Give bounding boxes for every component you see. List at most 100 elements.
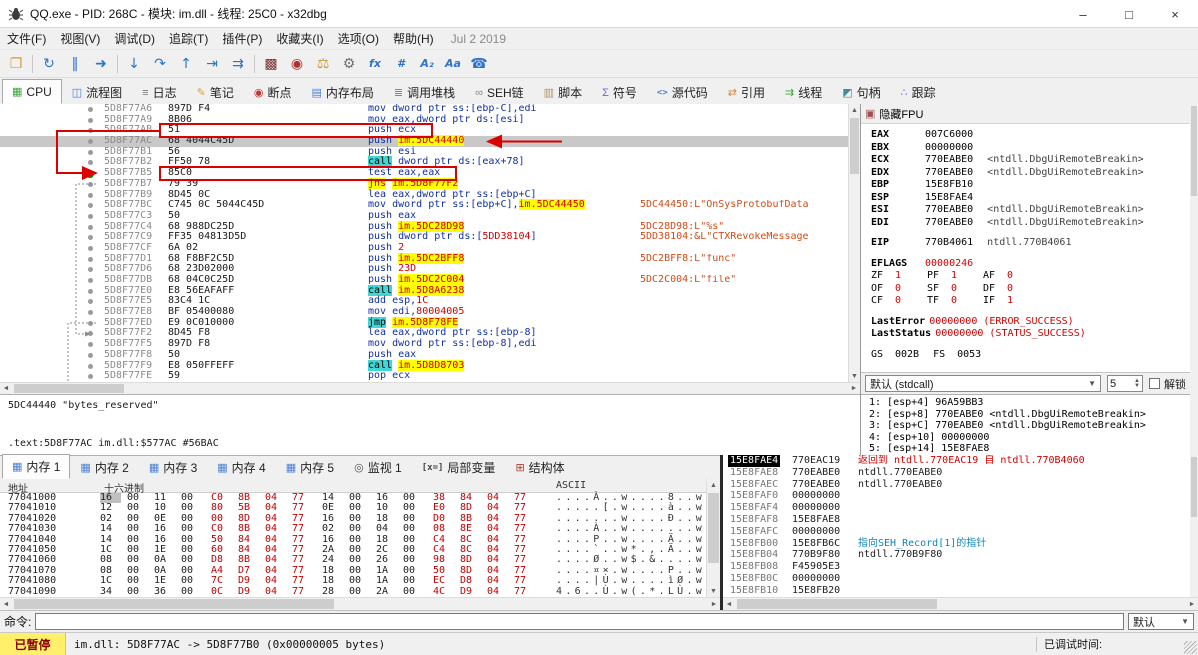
scrollbar-thumb[interactable] bbox=[708, 493, 719, 563]
scroll-right-icon[interactable]: ► bbox=[1186, 598, 1198, 610]
tab-trace[interactable]: ∴ 跟踪 bbox=[891, 81, 946, 104]
tab-watch-1[interactable]: ◎ 监视 1 bbox=[344, 456, 412, 479]
register-row[interactable]: EBX 00000000 bbox=[871, 142, 1190, 155]
stack-row[interactable]: 15E8FAFC 00000000 bbox=[723, 526, 1190, 538]
register-row[interactable]: EFLAGS 00000246 bbox=[871, 258, 1190, 271]
maximize-button[interactable]: □ bbox=[1106, 0, 1152, 28]
menu-item-2[interactable]: 视图(V) bbox=[53, 29, 107, 49]
tab-seh[interactable]: ∞ SEH链 bbox=[465, 81, 534, 104]
command-input[interactable] bbox=[35, 613, 1124, 630]
tab-handles[interactable]: ◩ 句柄 bbox=[832, 81, 890, 104]
register-row[interactable]: OF 0 SF 0 DF 0 bbox=[871, 283, 1190, 296]
register-row[interactable]: EDX 770EABE0 <ntdll.DbgUiRemoteBreakin> bbox=[871, 167, 1190, 180]
scroll-down-icon[interactable]: ▼ bbox=[849, 370, 860, 382]
run-to-cursor-button[interactable]: ⇥ bbox=[199, 52, 225, 76]
register-row[interactable]: GS 002B FS 0053 bbox=[871, 349, 1190, 362]
tab-memory-1[interactable]: ▦ 内存 1 bbox=[2, 454, 71, 479]
stack-row[interactable]: 15E8FB0C 00000000 bbox=[723, 573, 1190, 585]
step-over-button[interactable]: ↷ bbox=[147, 52, 173, 76]
argument-row[interactable]: 5: [esp+14] 15E8FAE8 bbox=[869, 443, 1190, 455]
memory-dump-pane[interactable]: 地址 十六进制 ASCII 77041000 16 00 11 00 C0 8B 04 77 14… bbox=[0, 479, 706, 597]
argument-row[interactable]: 2: [esp+8] 770EABE0 <ntdll.DbgUiRemoteBr… bbox=[869, 409, 1190, 421]
scrollbar-thumb[interactable] bbox=[737, 599, 937, 609]
preferences-scales-button[interactable]: ⚖ bbox=[310, 52, 336, 76]
stack-row[interactable]: 15E8FAEC 770EABE0 ntdll.770EABE0 bbox=[723, 479, 1190, 491]
menu-item-6[interactable]: 收藏夹(I) bbox=[269, 29, 330, 49]
tab-source[interactable]: <> 源代码 bbox=[647, 81, 718, 104]
argument-row[interactable]: 1: [esp+4] 96A59BB3 bbox=[869, 397, 1190, 409]
tab-call-stack[interactable]: ≣ 调用堆栈 bbox=[384, 81, 465, 104]
stack-row[interactable]: 15E8FB00 15E8FB6C 指向SEH_Record[1]的指针 bbox=[723, 538, 1190, 550]
hide-fpu-button[interactable]: ▣ 隐藏FPU bbox=[865, 106, 923, 122]
register-row[interactable]: LastStatus 00000000 (STATUS_SUCCESS) bbox=[871, 328, 1190, 341]
register-row[interactable]: ZF 1 PF 1 AF 0 bbox=[871, 270, 1190, 283]
register-row[interactable]: ESP 15E8FAE4 bbox=[871, 192, 1190, 205]
argument-count-spinner[interactable]: 5 ▲ ▼ bbox=[1107, 375, 1143, 392]
animate-button[interactable]: ⇉ bbox=[225, 52, 251, 76]
tab-struct[interactable]: ⊞ 结构体 bbox=[505, 456, 574, 479]
disasm-row[interactable]: 5D8F77FE 59 pop ecx bbox=[0, 370, 848, 382]
stack-row[interactable]: 15E8FAF8 15E8FAE8 bbox=[723, 514, 1190, 526]
scroll-left-icon[interactable]: ◄ bbox=[0, 598, 12, 610]
scroll-up-icon[interactable]: ▲ bbox=[707, 479, 720, 491]
tab-symbols[interactable]: Σ 符号 bbox=[592, 81, 647, 104]
run-button[interactable]: ➜ bbox=[88, 52, 114, 76]
register-row[interactable]: EBP 15E8FB10 bbox=[871, 179, 1190, 192]
tab-cpu[interactable]: ▦ CPU bbox=[2, 79, 62, 104]
tab-script[interactable]: ▥ 脚本 bbox=[534, 81, 592, 104]
scrollbar-thumb[interactable] bbox=[1191, 106, 1197, 196]
hash-button[interactable]: # bbox=[388, 52, 414, 76]
dump-horizontal-scrollbar[interactable]: ◄ ► bbox=[0, 597, 720, 610]
stack-vertical-scrollbar[interactable] bbox=[1190, 455, 1198, 597]
menu-item-4[interactable]: 追踪(T) bbox=[162, 29, 215, 49]
phone-button[interactable]: ☎ bbox=[466, 52, 492, 76]
scroll-left-icon[interactable]: ◄ bbox=[0, 383, 12, 394]
spinner-arrows-icon[interactable]: ▲ ▼ bbox=[1134, 378, 1140, 389]
scroll-right-icon[interactable]: ► bbox=[848, 383, 860, 394]
trace-record-button[interactable]: ◉ bbox=[284, 52, 310, 76]
tab-memory-map[interactable]: ▤ 内存布局 bbox=[301, 81, 383, 104]
disasm-row[interactable]: 5D8F77C3 50 push eax bbox=[0, 210, 848, 222]
disassembly-horizontal-scrollbar[interactable]: ◄ ► bbox=[0, 382, 860, 394]
tab-memory-5[interactable]: ▦ 内存 5 bbox=[276, 456, 344, 479]
register-row[interactable]: ESI 770EABE0 <ntdll.DbgUiRemoteBreakin> bbox=[871, 204, 1190, 217]
menu-item-5[interactable]: 插件(P) bbox=[215, 29, 269, 49]
close-button[interactable]: × bbox=[1152, 0, 1198, 28]
calling-convention-select[interactable]: 默认 (stdcall) ▼ bbox=[865, 375, 1101, 392]
menu-item-1[interactable]: 文件(F) bbox=[0, 29, 53, 49]
stack-row[interactable]: 15E8FAE4 770EAC19 返回到 ntdll.770EAC19 自 ntd… bbox=[723, 455, 1190, 467]
registers-vertical-scrollbar[interactable] bbox=[1190, 104, 1198, 376]
tab-threads[interactable]: ⇉ 线程 bbox=[775, 81, 832, 104]
disassembly-pane[interactable]: 5D8F77A6 897D F4 mov dword ptr ss:[ebp-C],… bbox=[0, 104, 848, 382]
dump-row[interactable]: 77041080 1C 00 1E 00 7C D9 04 77 18 00 1A 00 EC D8 04 77… bbox=[0, 575, 706, 586]
dump-vertical-scrollbar[interactable]: ▲ ▼ bbox=[706, 479, 720, 597]
scroll-left-icon[interactable]: ◄ bbox=[723, 598, 735, 610]
open-file-button[interactable]: ❐ bbox=[3, 52, 29, 76]
stack-row[interactable]: 15E8FB08 F45905E3 bbox=[723, 561, 1190, 573]
scroll-up-icon[interactable]: ▲ bbox=[849, 104, 860, 116]
tab-locals[interactable]: [x=] 局部变量 bbox=[412, 456, 506, 479]
register-row[interactable]: EDI 770EABE0 <ntdll.DbgUiRemoteBreakin> bbox=[871, 217, 1190, 230]
argument-row[interactable]: 3: [esp+C] 770EABE0 <ntdll.DbgUiRemoteBr… bbox=[869, 420, 1190, 432]
register-row[interactable]: LastError 00000000 (ERROR_SUCCESS) bbox=[871, 316, 1190, 329]
stack-horizontal-scrollbar[interactable]: ◄ ► bbox=[723, 597, 1198, 610]
tab-breakpoints[interactable]: ◉ 断点 bbox=[244, 81, 302, 104]
scrollbar-thumb[interactable] bbox=[850, 118, 859, 174]
menu-item-8[interactable]: 帮助(H) bbox=[386, 29, 441, 49]
command-syntax-select[interactable]: 默认 ▼ bbox=[1128, 613, 1194, 630]
step-into-button[interactable]: ↓ bbox=[121, 52, 147, 76]
menu-item-7[interactable]: 选项(O) bbox=[331, 29, 386, 49]
scrollbar-thumb[interactable] bbox=[14, 599, 334, 609]
menu-item-3[interactable]: 调试(D) bbox=[107, 29, 162, 49]
tab-memory-4[interactable]: ▦ 内存 4 bbox=[207, 456, 275, 479]
disassembly-vertical-scrollbar[interactable]: ▲ ▼ bbox=[848, 104, 860, 382]
scrollbar-thumb[interactable] bbox=[1191, 457, 1197, 517]
stack-row[interactable]: 15E8FAF0 00000000 bbox=[723, 490, 1190, 502]
register-row[interactable]: CF 0 TF 0 IF 1 bbox=[871, 295, 1190, 308]
dump-row[interactable]: 77041030 14 00 16 00 C0 8B 04 77 02 00 04 00 08 8E 04 77… bbox=[0, 523, 706, 534]
register-row[interactable]: EIP 770B4061 ntdll.770B4061 bbox=[871, 237, 1190, 250]
unlock-checkbox[interactable]: 解锁 bbox=[1149, 376, 1186, 392]
stack-row[interactable]: 15E8FAF4 00000000 bbox=[723, 502, 1190, 514]
patch-button[interactable]: ▩ bbox=[258, 52, 284, 76]
tab-memory-3[interactable]: ▦ 内存 3 bbox=[139, 456, 207, 479]
